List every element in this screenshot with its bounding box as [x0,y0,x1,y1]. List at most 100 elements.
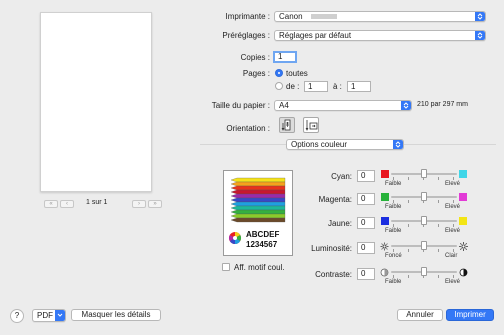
luminosit-value-field[interactable]: 0 [357,242,375,254]
contrast-high-icon [459,268,468,277]
presets-select[interactable]: Réglages par défaut [274,30,486,41]
jaune-value-field[interactable]: 0 [357,217,375,229]
slider-tick [408,177,409,180]
slider-tick [453,224,454,227]
slider-tick [408,200,409,203]
first-page-button[interactable]: « [44,200,58,208]
slider-tick [393,224,394,227]
luminosit-slider-knob[interactable] [421,241,427,250]
options-panel-value: Options couleur [291,140,348,149]
cancel-button[interactable]: Annuler [397,309,443,321]
printer-label: Imprimante : [225,12,270,21]
color-wheel-icon [228,232,242,244]
jaune-high-caption: Elevé [445,228,461,234]
cyan-low-swatch [381,170,389,178]
landscape-icon [305,120,318,131]
orientation-label: Orientation : [226,124,270,133]
sample-text-line-2: 1234567 [246,240,278,249]
cyan-slider-knob[interactable] [421,169,427,178]
contraste-slider-knob[interactable] [421,267,427,276]
contraste-low-caption: Faible [385,279,402,285]
printer-select[interactable]: Canon [274,11,486,22]
pdf-menu-button[interactable]: PDF [32,309,66,322]
slider-tick [408,224,409,227]
slider-tick [438,177,439,180]
next-page-button[interactable]: › [132,200,146,208]
slider-tick [438,249,439,252]
cyan-label: Cyan: [331,172,352,181]
pages-range-radio[interactable] [275,82,283,90]
magenta-high-caption: Elevé [445,204,461,210]
pages-label: Pages : [242,69,270,78]
slider-tick [393,249,394,252]
contraste-value-field[interactable]: 0 [357,268,375,280]
magenta-value-field[interactable]: 0 [357,193,375,205]
slider-tick [393,275,394,278]
show-color-pattern-label: Aff. motif coul. [234,263,285,272]
contraste-label: Contraste: [315,270,352,279]
paper-size-select[interactable]: A4 [274,100,412,111]
luminosit-label: Luminosité: [311,244,352,253]
slider-tick [408,249,409,252]
jaune-high-swatch [459,217,467,225]
jaune-label: Jaune: [327,219,352,228]
chevron-updown-icon [475,31,485,40]
chevron-updown-icon [393,140,403,149]
magenta-low-caption: Faible [385,204,402,210]
previous-page-button[interactable]: ‹ [60,200,74,208]
pages-to-field[interactable]: 1 [347,81,371,92]
help-button[interactable]: ? [10,309,24,323]
portrait-icon [281,119,291,131]
page-preview [40,12,152,192]
chevron-updown-icon [475,12,485,21]
copies-field[interactable]: 1 [273,51,297,63]
slider-tick [453,275,454,278]
pages-all-radio[interactable] [275,69,283,77]
luminosit-low-caption: Foncé [385,253,402,259]
cyan-low-caption: Faible [385,181,402,187]
jaune-low-swatch [381,217,389,225]
pages-all-label: toutes [286,69,308,78]
jaune-slider-knob[interactable] [421,216,427,225]
cyan-high-swatch [459,170,467,178]
slider-tick [453,200,454,203]
last-page-button[interactable]: » [148,200,162,208]
cyan-value-field[interactable]: 0 [357,170,375,182]
options-panel-select[interactable]: Options couleur [286,139,404,150]
contrast-low-icon [380,268,389,277]
chevron-down-icon [55,310,65,321]
magenta-high-swatch [459,193,467,201]
pages-from-label: de : [286,82,300,91]
slider-tick [438,275,439,278]
chevron-updown-icon [401,101,411,110]
printer-value: Canon [279,12,303,21]
colored-pencils-icon [230,177,286,223]
contraste-high-caption: Elevé [445,279,461,285]
slider-tick [453,249,454,252]
orientation-landscape-button[interactable] [303,117,319,133]
sample-text-line-1: ABCDEF [246,230,280,239]
cyan-high-caption: Elevé [445,181,461,187]
magenta-slider-knob[interactable] [421,192,427,201]
help-icon: ? [14,311,20,320]
page-indicator: 1 sur 1 [86,199,108,206]
slider-tick [393,177,394,180]
hide-details-button[interactable]: Masquer les détails [71,309,161,321]
presets-value: Réglages par défaut [279,31,352,40]
paper-dimensions: 210 par 297 mm [417,101,468,108]
color-sample-image: ABCDEF 1234567 [223,170,293,256]
pages-to-label: à : [333,82,342,91]
show-color-pattern-checkbox[interactable] [222,263,230,271]
jaune-low-caption: Faible [385,228,402,234]
slider-tick [453,177,454,180]
printer-name-redacted [310,14,337,20]
magenta-label: Magenta: [318,195,352,204]
sun-bright-icon [459,242,468,251]
luminosit-high-caption: Clair [445,253,458,259]
slider-tick [408,275,409,278]
slider-tick [438,200,439,203]
print-button[interactable]: Imprimer [446,309,494,321]
pages-from-field[interactable]: 1 [304,81,328,92]
orientation-portrait-button[interactable] [279,117,295,133]
paper-size-value: A4 [279,101,289,110]
